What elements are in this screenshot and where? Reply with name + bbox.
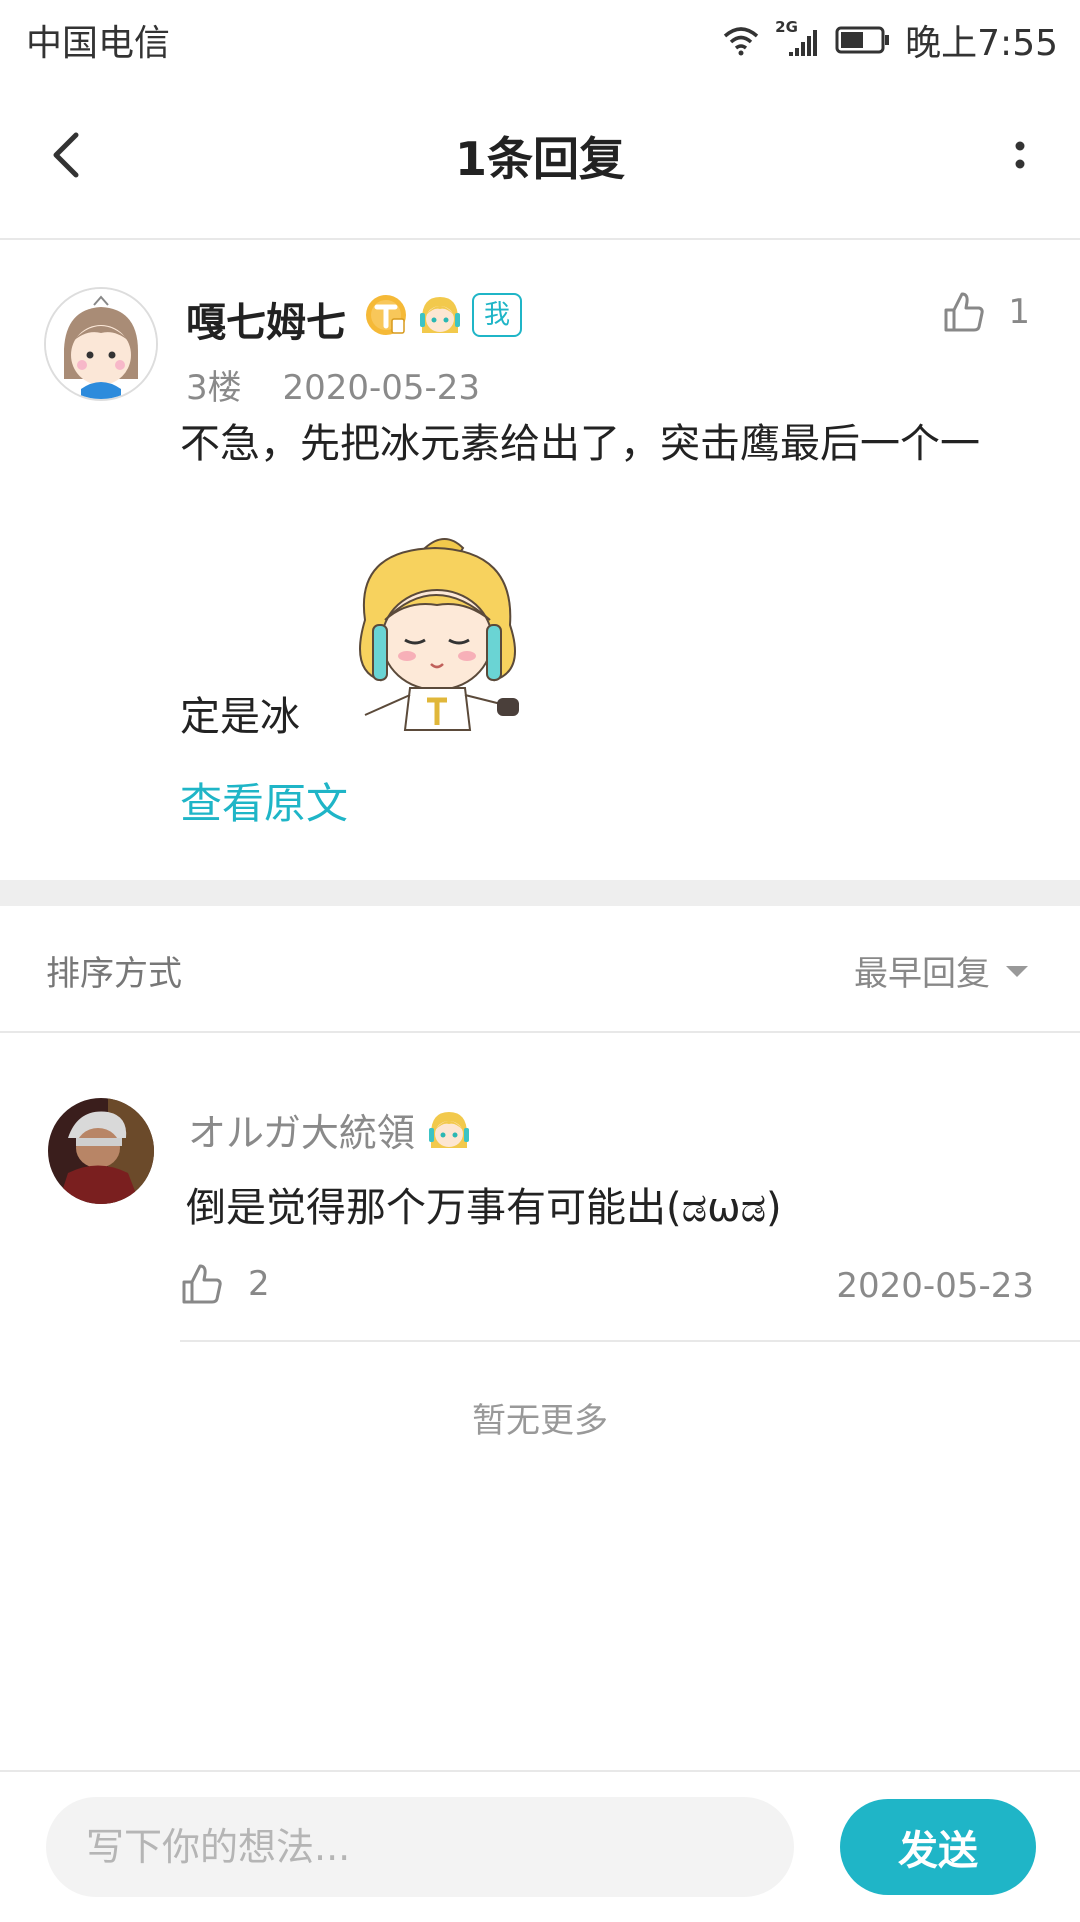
no-more-label: 暂无更多 — [472, 1401, 608, 1441]
post-author-name[interactable]: 嘎七姆七 — [186, 290, 346, 348]
caret-down-icon — [1006, 965, 1028, 977]
clock: 晚上7:55 — [905, 23, 1058, 64]
comment-input[interactable] — [46, 1797, 794, 1897]
sort-row: 排序方式 最早回复 — [0, 906, 1080, 1033]
more-button[interactable] — [1000, 125, 1040, 185]
sticker-image — [335, 530, 540, 735]
sort-dropdown[interactable]: 最早回复 — [854, 946, 1030, 995]
post-like-count: 1 — [1008, 292, 1030, 332]
nav-bar: 1条回复 — [0, 75, 1080, 240]
battery-icon — [835, 26, 890, 54]
post-author-avatar[interactable] — [44, 287, 158, 401]
reply-date: 2020-05-23 — [836, 1266, 1034, 1306]
carrier-label: 中国电信 — [26, 23, 171, 64]
cellular-signal-icon: 2G — [775, 18, 821, 58]
post-text: 不急，先把冰元素给出了，突击鹰最后一个一 — [180, 421, 980, 467]
character-avatar-badge-icon — [428, 1111, 469, 1148]
reply-like-button[interactable]: 2 — [180, 1262, 270, 1306]
character-avatar-badge-icon — [420, 297, 460, 333]
level-coin-icon — [366, 295, 406, 335]
comment-composer: 发送 — [0, 1770, 1080, 1922]
post-like-button[interactable]: 1 — [942, 290, 1030, 334]
status-icons: 2G 晚上7:55 — [721, 14, 1058, 66]
thumbs-up-icon — [182, 1264, 222, 1304]
post-meta: 3楼 2020-05-23 — [186, 360, 480, 409]
user-badges: 我 — [364, 293, 523, 337]
sort-selected-value: 最早回复 — [854, 954, 990, 994]
section-divider — [0, 880, 1080, 906]
wifi-icon — [724, 27, 759, 56]
me-badge: 我 — [472, 293, 523, 337]
send-button[interactable]: 发送 — [840, 1799, 1036, 1895]
reply-like-count: 2 — [248, 1264, 270, 1304]
floor-number: 3楼 — [186, 368, 242, 408]
page-title: 1条回复 — [454, 132, 625, 186]
reply-author[interactable]: オルガ大統領 — [188, 1102, 471, 1157]
reply-author-name: オルガ大統領 — [188, 1111, 415, 1155]
post-text-continued: 定是冰 — [180, 694, 300, 740]
view-original-link[interactable]: 查看原文 — [180, 770, 348, 831]
thumbs-up-icon — [944, 292, 985, 332]
reply-divider — [180, 1340, 1080, 1342]
reply-text: 倒是觉得那个万事有可能出(ಡωಡ) — [186, 1185, 782, 1231]
reply-author-avatar[interactable] — [48, 1098, 154, 1204]
more-vertical-icon — [1015, 141, 1025, 169]
sort-label: 排序方式 — [46, 954, 182, 994]
post-date: 2020-05-23 — [282, 368, 481, 408]
status-bar: 中国电信 2G 晚上7:55 — [0, 0, 1080, 75]
